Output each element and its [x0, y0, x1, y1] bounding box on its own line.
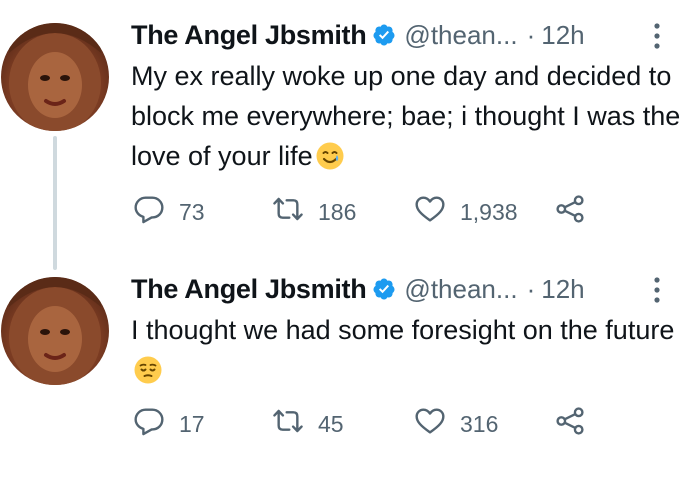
- avatar[interactable]: [1, 23, 109, 131]
- reply-count: 17: [179, 410, 205, 437]
- tweet-actions: 17 45 316: [0, 404, 698, 444]
- separator-dot: ·: [526, 19, 536, 50]
- avatar[interactable]: [1, 277, 109, 385]
- separator-dot: ·: [526, 273, 536, 304]
- timestamp[interactable]: 12h: [541, 274, 584, 305]
- share-icon: [554, 193, 586, 231]
- retweet-icon: [272, 405, 304, 443]
- tweet-text-content: My ex really woke up one day and decided…: [131, 61, 681, 171]
- tweet-text: I thought we had some foresight on the f…: [131, 310, 691, 390]
- like-count: 316: [460, 410, 499, 437]
- more-options-icon[interactable]: [653, 276, 661, 304]
- reply-button[interactable]: 17: [133, 404, 205, 444]
- like-button[interactable]: 1,938: [414, 192, 518, 232]
- smiling-face-with-tear-icon: [315, 141, 345, 171]
- author-name[interactable]: The Angel Jbsmith: [131, 20, 367, 51]
- like-button[interactable]: 316: [414, 404, 498, 444]
- heart-icon: [414, 405, 446, 443]
- retweet-button[interactable]: 45: [272, 404, 344, 444]
- retweet-count: 186: [318, 198, 357, 225]
- like-count: 1,938: [460, 198, 518, 225]
- timestamp[interactable]: 12h: [541, 20, 584, 51]
- tweet-actions: 73 186 1,938: [0, 192, 698, 232]
- heart-icon: [414, 193, 446, 231]
- reply-icon: [133, 193, 165, 231]
- share-button[interactable]: [554, 404, 586, 444]
- retweet-button[interactable]: 186: [272, 192, 356, 232]
- more-options-icon[interactable]: [653, 22, 661, 50]
- retweet-count: 45: [318, 410, 344, 437]
- author-name[interactable]: The Angel Jbsmith: [131, 274, 367, 305]
- pensive-face-icon: [133, 355, 163, 385]
- reply-icon: [133, 405, 165, 443]
- verified-badge-icon: [372, 23, 396, 47]
- tweet-text-content: I thought we had some foresight on the f…: [131, 315, 675, 345]
- author-handle[interactable]: @thean...: [404, 20, 517, 51]
- author-handle[interactable]: @thean...: [404, 274, 517, 305]
- share-button[interactable]: [554, 192, 586, 232]
- reply-button[interactable]: 73: [133, 192, 205, 232]
- reply-count: 73: [179, 198, 205, 225]
- tweet-text: My ex really woke up one day and decided…: [131, 56, 691, 176]
- share-icon: [554, 405, 586, 443]
- tweet-header: The Angel Jbsmith @thean... · 12h: [131, 270, 585, 308]
- verified-badge-icon: [372, 277, 396, 301]
- tweet-header: The Angel Jbsmith @thean... · 12h: [131, 16, 585, 54]
- retweet-icon: [272, 193, 304, 231]
